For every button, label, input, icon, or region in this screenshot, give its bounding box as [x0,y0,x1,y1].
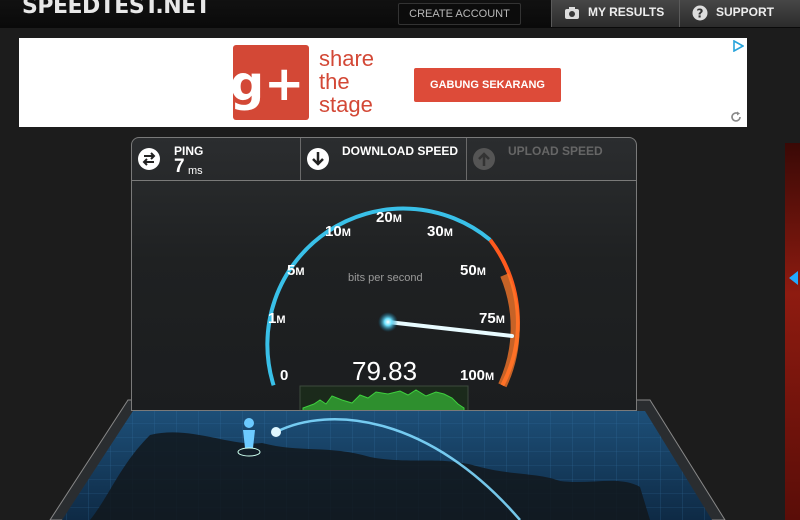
gauge-tick-1m: 1M [268,310,286,327]
google-plus-logo: g+ [230,45,309,120]
gauge-tick-0: 0 [280,367,289,384]
ad-line-2: the [319,69,350,94]
gauge-tick-50m: 50M [460,262,486,279]
gauge-tick-100m: 100M [460,367,495,384]
gauge-tick-30m: 30M [427,223,453,240]
ad-line-1: share [319,46,375,71]
speed-readout: 79.83 [352,356,418,386]
site-logo[interactable]: SPEEDTEST.NET [22,0,211,19]
side-arrow-icon[interactable] [789,271,798,285]
help-icon: ? [692,5,708,21]
gauge-tick-20m: 20M [376,209,402,226]
ad-headline: share the stage [319,47,374,116]
gauge-tick-5m: 5M [287,262,305,279]
world-map-base [49,399,726,520]
top-bar: SPEEDTEST.NET CREATE ACCOUNT MY RESULTS … [0,0,800,28]
graph-box [299,385,469,410]
ad-cta-button[interactable]: GABUNG SEKARANG [414,68,561,102]
route-origin-dot [271,427,281,437]
nav-my-results[interactable]: MY RESULTS [551,0,679,27]
create-account-button[interactable]: CREATE ACCOUNT [398,3,521,25]
adchoices-icon[interactable] [732,40,744,52]
refresh-icon[interactable] [730,111,742,123]
camera-icon [565,7,579,19]
gauge-tick-10m: 10M [325,223,351,240]
gauge-unit-label: bits per second [348,272,423,284]
gauge-tick-75m: 75M [479,310,505,327]
ad-line-3: stage [319,92,373,117]
svg-text:?: ? [697,7,704,21]
nav-support-label: SUPPORT [716,5,775,19]
gauge-arc-hot-band [498,273,520,388]
speed-gauge-panel: PING 7 ms DOWNLOAD SPEED UPLOAD SPEED bi… [131,137,637,411]
google-plus-logo-text: g+ [233,56,304,112]
side-ad-strip[interactable] [785,143,800,520]
needle-hub [378,312,398,332]
nav-support[interactable]: ? SUPPORT [679,0,800,27]
advertisement-banner[interactable]: g+ share the stage GABUNG SEKARANG [19,38,747,127]
nav-my-results-label: MY RESULTS [588,5,665,19]
